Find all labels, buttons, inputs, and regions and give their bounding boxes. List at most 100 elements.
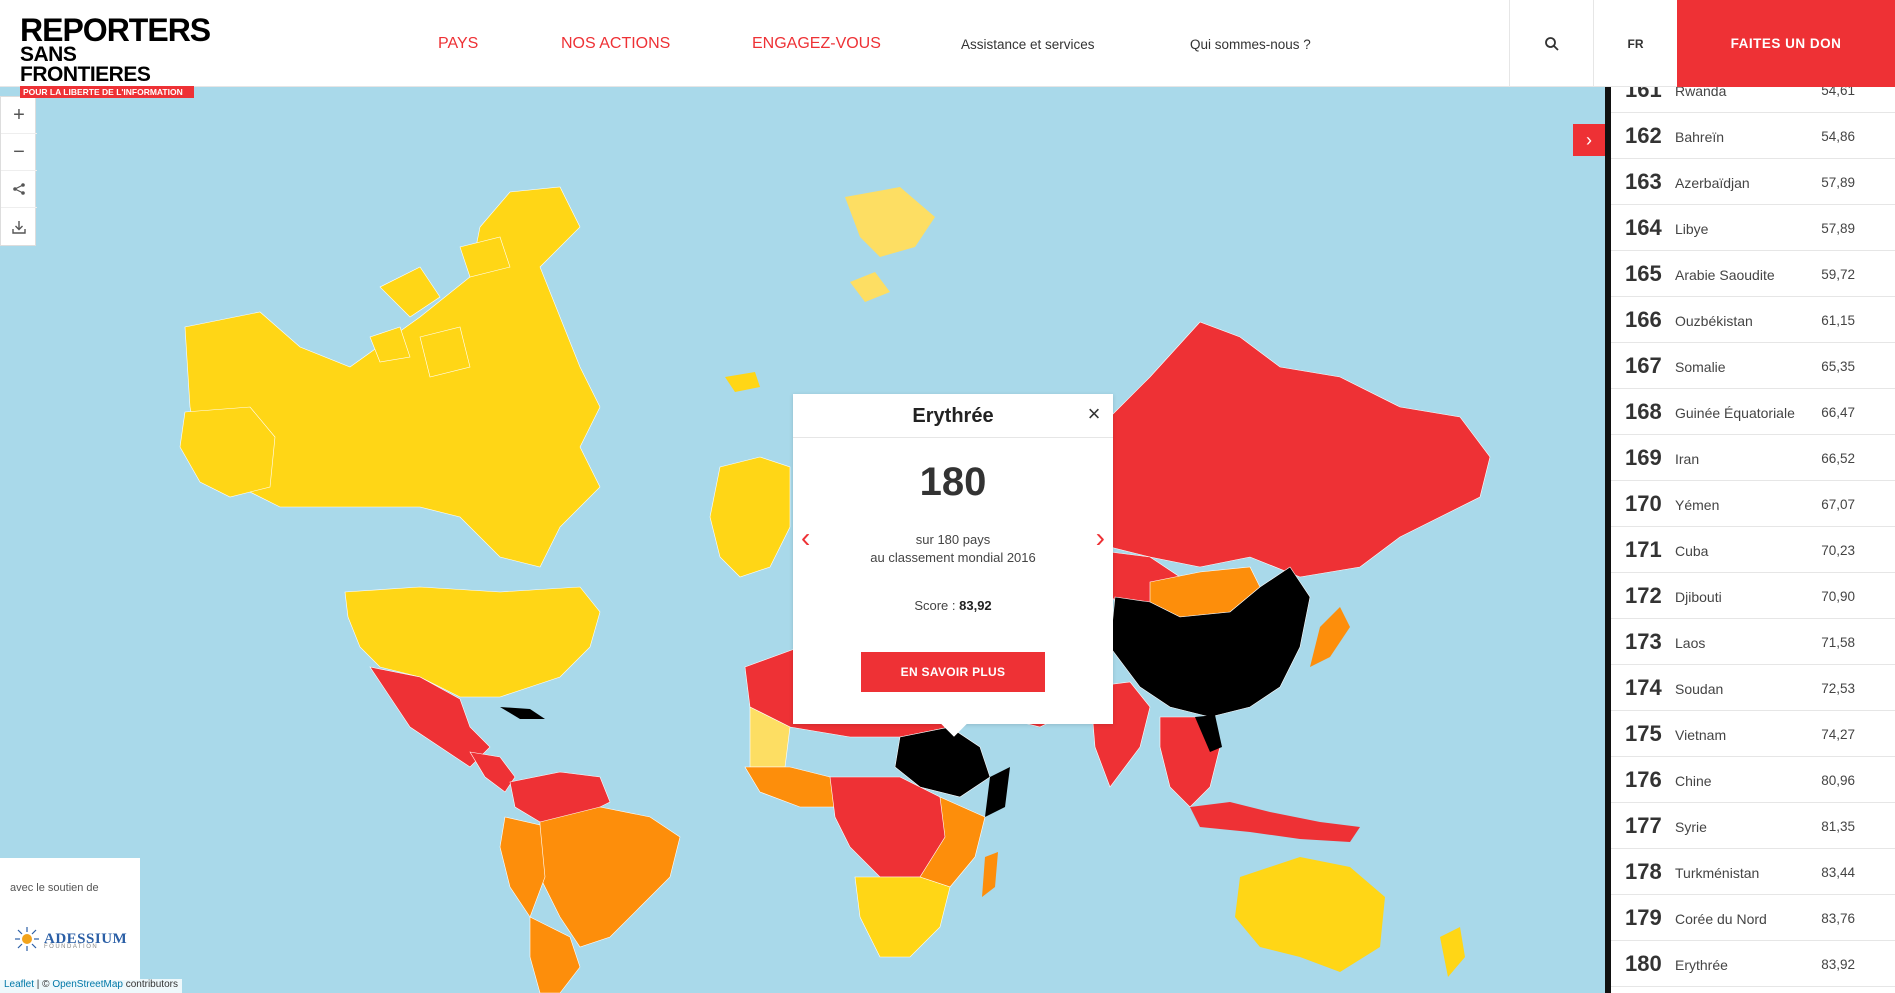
ranking-rank: 168 — [1625, 399, 1662, 424]
ranking-score: 80,96 — [1821, 773, 1855, 788]
ranking-row[interactable]: 170 Yémen 67,07 — [1611, 481, 1895, 527]
ranking-row[interactable]: 178 Turkménistan 83,44 — [1611, 849, 1895, 895]
nav-pays[interactable]: PAYS — [438, 35, 478, 53]
country-greenland[interactable] — [845, 187, 935, 257]
ranking-score: 54,86 — [1821, 129, 1855, 144]
nav-nos-actions[interactable]: NOS ACTIONS — [561, 35, 670, 53]
ranking-row[interactable]: 171 Cuba 70,23 — [1611, 527, 1895, 573]
language-switch[interactable]: FR — [1593, 0, 1677, 87]
country-indonesia[interactable] — [1190, 802, 1360, 842]
ranking-row[interactable]: 165 Arabie Saoudite 59,72 — [1611, 251, 1895, 297]
donate-button[interactable]: FAITES UN DON — [1677, 0, 1895, 87]
ranking-row[interactable]: 177 Syrie 81,35 — [1611, 803, 1895, 849]
popup-score: Score : 83,92 — [793, 598, 1113, 613]
ranking-country: Cuba — [1675, 543, 1709, 559]
close-icon[interactable]: × — [1083, 403, 1105, 426]
logo-tagline: POUR LA LIBERTE DE L'INFORMATION — [20, 86, 194, 99]
ranking-score: 83,92 — [1821, 957, 1855, 972]
country-russia[interactable] — [1109, 321, 1491, 578]
country-popup: Erythrée × ‹ › 180 sur 180 pays au class… — [793, 394, 1113, 737]
osm-link[interactable]: OpenStreetMap — [52, 979, 123, 990]
ranking-row[interactable]: 175 Vietnam 74,27 — [1611, 711, 1895, 757]
ranking-country: Guinée Équatoriale — [1675, 405, 1795, 421]
ranking-row[interactable]: 176 Chine 80,96 — [1611, 757, 1895, 803]
ranking-country: Chine — [1675, 773, 1712, 789]
ranking-country: Libye — [1675, 221, 1709, 237]
country-usa-alaska[interactable] — [179, 406, 276, 498]
logo-line-1: REPORTERS — [20, 12, 211, 48]
ranking-rank: 169 — [1625, 445, 1662, 470]
ranking-row[interactable]: 163 Azerbaïdjan 57,89 — [1611, 159, 1895, 205]
ranking-row[interactable]: 162 Bahreïn 54,86 — [1611, 113, 1895, 159]
country-central-america[interactable] — [469, 751, 516, 793]
nav-assistance[interactable]: Assistance et services — [961, 37, 1095, 52]
ranking-country: Bahreïn — [1675, 129, 1725, 145]
ranking-row[interactable]: 167 Somalie 65,35 — [1611, 343, 1895, 389]
ranking-rank: 180 — [1625, 951, 1662, 976]
map-attribution: Leaflet | © OpenStreetMap contributors — [0, 979, 182, 993]
ranking-country: Ouzbékistan — [1675, 313, 1753, 329]
ranking-country: Yémen — [1675, 497, 1720, 513]
country-peru-bolivia[interactable] — [499, 816, 546, 918]
ranking-row[interactable]: 164 Libye 57,89 — [1611, 205, 1895, 251]
ranking-row[interactable]: 173 Laos 71,58 — [1611, 619, 1895, 665]
popup-score-value: 83,92 — [959, 598, 992, 613]
ranking-rank: 178 — [1625, 859, 1662, 884]
ranking-country: Vietnam — [1675, 727, 1727, 743]
ranking-score: 57,89 — [1821, 221, 1855, 236]
ranking-row[interactable]: 174 Soudan 72,53 — [1611, 665, 1895, 711]
ranking-score: 74,27 — [1821, 727, 1855, 742]
ranking-rank: 163 — [1625, 169, 1662, 194]
ranking-score: 54,61 — [1821, 87, 1855, 98]
ranking-row[interactable]: 166 Ouzbékistan 61,15 — [1611, 297, 1895, 343]
ranking-row[interactable]: 172 Djibouti 70,90 — [1611, 573, 1895, 619]
ranking-score: 66,52 — [1821, 451, 1855, 466]
ranking-score: 66,47 — [1821, 405, 1855, 420]
country-canada[interactable] — [184, 186, 601, 568]
panel-toggle-button[interactable]: › — [1573, 124, 1605, 156]
ranking-row[interactable]: 161 Rwanda 54,61 — [1611, 87, 1895, 113]
region-southern-africa[interactable] — [854, 876, 951, 958]
ranking-country: Corée du Nord — [1675, 911, 1767, 927]
ranking-rank: 173 — [1625, 629, 1662, 654]
chevron-right-icon: › — [1586, 129, 1592, 150]
share-button[interactable] — [1, 171, 37, 208]
country-brazil[interactable] — [539, 806, 681, 948]
sponsor-text: avec le soutien de — [10, 882, 99, 894]
ranking-score: 81,35 — [1821, 819, 1855, 834]
ranking-score: 70,90 — [1821, 589, 1855, 604]
ranking-row[interactable]: 180 Erythrée 83,92 — [1611, 941, 1895, 987]
ranking-row[interactable]: 168 Guinée Équatoriale 66,47 — [1611, 389, 1895, 435]
world-map[interactable]: Erythrée × ‹ › 180 sur 180 pays au class… — [0, 87, 1605, 993]
zoom-in-button[interactable]: + — [1, 97, 37, 134]
country-svalbard[interactable] — [850, 272, 890, 302]
ranking-score: 65,35 — [1821, 359, 1855, 374]
popup-rank: 180 — [919, 460, 987, 504]
nav-engagez-vous[interactable]: ENGAGEZ-VOUS — [752, 35, 881, 53]
nav-qui-sommes-nous[interactable]: Qui sommes-nous ? — [1190, 37, 1311, 52]
download-icon — [12, 220, 26, 234]
leaflet-link[interactable]: Leaflet — [4, 979, 34, 990]
country-australia[interactable] — [1235, 857, 1385, 972]
ranking-rank: 177 — [1625, 813, 1662, 838]
ranking-rank: 174 — [1625, 675, 1662, 700]
country-japan[interactable] — [1310, 607, 1350, 667]
country-new-zealand[interactable] — [1440, 927, 1465, 977]
learn-more-button[interactable]: EN SAVOIR PLUS — [861, 652, 1045, 692]
region-europe[interactable] — [709, 456, 791, 578]
zoom-out-button[interactable]: − — [1, 134, 37, 171]
ranking-row[interactable]: 169 Iran 66,52 — [1611, 435, 1895, 481]
popup-ranking-year: au classement mondial 2016 — [870, 550, 1036, 565]
rsf-logo[interactable]: REPORTERS SANS FRONTIERES POUR LA LIBERT… — [20, 12, 211, 99]
ranking-country: Iran — [1675, 451, 1700, 467]
ranking-score: 70,23 — [1821, 543, 1855, 558]
country-cuba[interactable] — [500, 707, 545, 719]
popup-rank-of-total: sur 180 pays — [915, 532, 991, 547]
country-madagascar[interactable] — [982, 852, 998, 897]
country-iceland[interactable] — [725, 372, 760, 392]
adessium-logo[interactable]: ADESSIUM FOUNDATION — [14, 926, 127, 952]
download-button[interactable] — [1, 208, 37, 245]
ranking-row[interactable]: 179 Corée du Nord 83,76 — [1611, 895, 1895, 941]
ranking-country: Soudan — [1675, 681, 1724, 697]
search-button[interactable] — [1509, 0, 1593, 87]
